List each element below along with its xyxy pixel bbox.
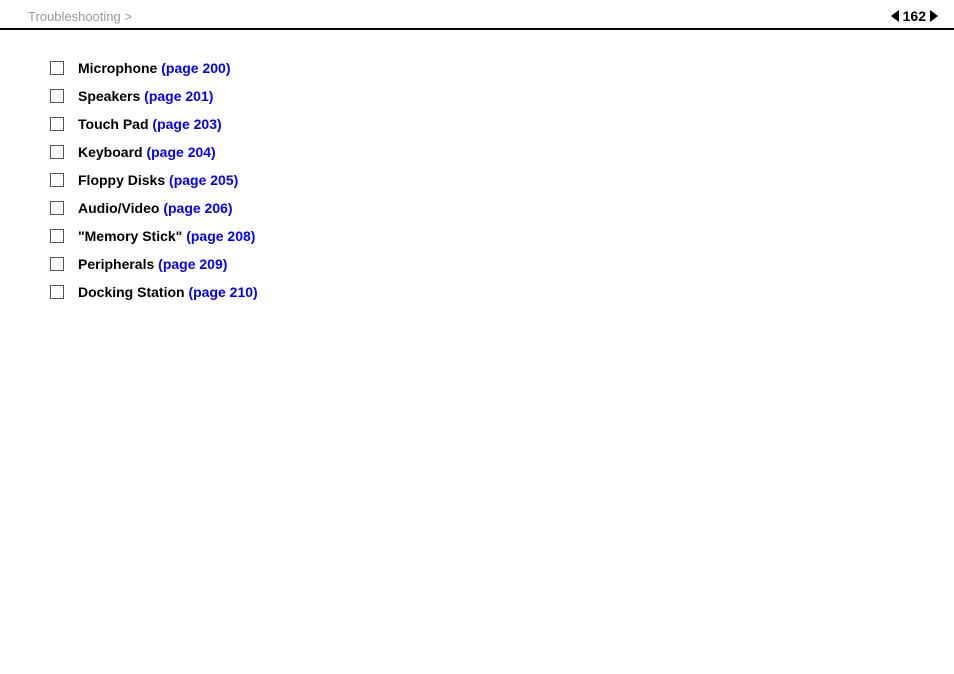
list-item: Peripherals (page 209) — [50, 256, 914, 272]
list-item: Docking Station (page 210) — [50, 284, 914, 300]
list-item: Keyboard (page 204) — [50, 144, 914, 160]
topic-list: Microphone (page 200) Speakers (page 201)… — [50, 60, 914, 300]
item-page-link[interactable]: (page 206) — [163, 200, 232, 216]
page-header: Troubleshooting > 162 — [0, 0, 954, 30]
item-label: Microphone (page 200) — [78, 60, 230, 76]
list-item: Audio/Video (page 206) — [50, 200, 914, 216]
item-page-link[interactable]: (page 204) — [146, 144, 215, 160]
item-page-link[interactable]: (page 200) — [161, 60, 230, 76]
page-number: 162 — [903, 8, 926, 24]
item-label: Speakers (page 201) — [78, 88, 213, 104]
checkbox-icon — [50, 257, 64, 271]
item-label: "Memory Stick" (page 208) — [78, 228, 255, 244]
checkbox-icon — [50, 229, 64, 243]
item-page-link[interactable]: (page 203) — [152, 116, 221, 132]
item-label: Keyboard (page 204) — [78, 144, 216, 160]
item-page-link[interactable]: (page 205) — [169, 172, 238, 188]
checkbox-icon — [50, 61, 64, 75]
checkbox-icon — [50, 201, 64, 215]
list-item: Touch Pad (page 203) — [50, 116, 914, 132]
item-label: Floppy Disks (page 205) — [78, 172, 238, 188]
checkbox-icon — [50, 89, 64, 103]
item-label: Touch Pad (page 203) — [78, 116, 222, 132]
item-page-link[interactable]: (page 210) — [188, 284, 257, 300]
checkbox-icon — [50, 117, 64, 131]
arrow-right-icon — [930, 10, 938, 22]
item-page-link[interactable]: (page 208) — [186, 228, 255, 244]
item-label: Audio/Video (page 206) — [78, 200, 233, 216]
item-page-link[interactable]: (page 201) — [144, 88, 213, 104]
list-item: "Memory Stick" (page 208) — [50, 228, 914, 244]
checkbox-icon — [50, 145, 64, 159]
item-page-link[interactable]: (page 209) — [158, 256, 227, 272]
arrow-left-icon — [891, 10, 899, 22]
checkbox-icon — [50, 173, 64, 187]
list-item: Floppy Disks (page 205) — [50, 172, 914, 188]
item-label: Docking Station (page 210) — [78, 284, 258, 300]
page-number-container: 162 — [891, 8, 938, 24]
list-item: Microphone (page 200) — [50, 60, 914, 76]
breadcrumb: Troubleshooting > — [28, 9, 132, 24]
main-content: Microphone (page 200) Speakers (page 201)… — [0, 30, 954, 332]
checkbox-icon — [50, 285, 64, 299]
item-label: Peripherals (page 209) — [78, 256, 227, 272]
list-item: Speakers (page 201) — [50, 88, 914, 104]
